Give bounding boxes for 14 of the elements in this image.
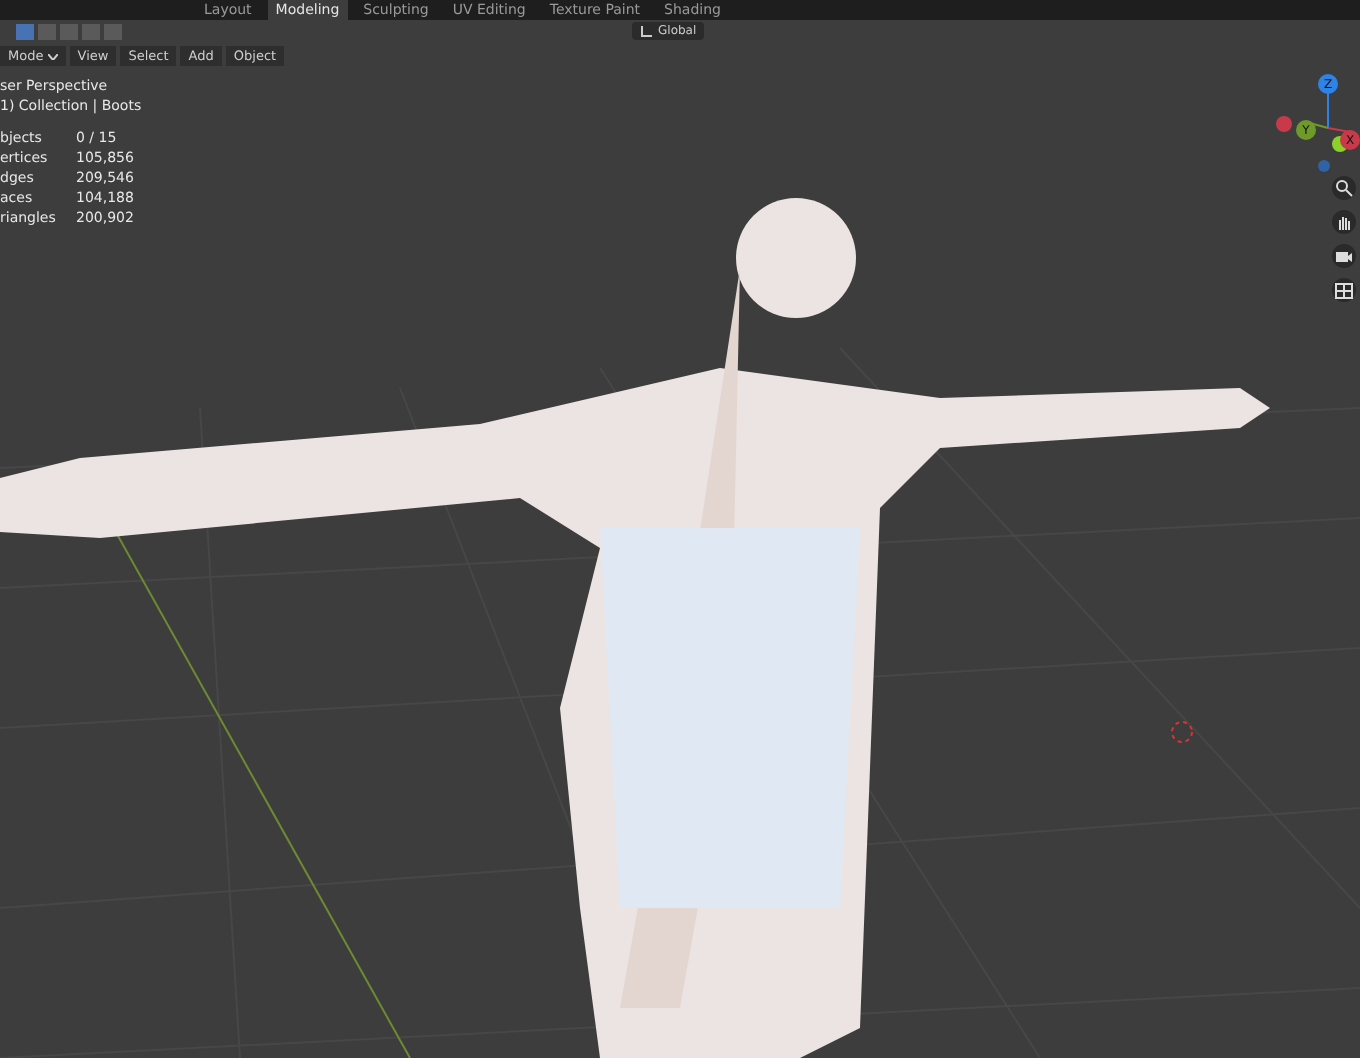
grid-icon [1334,280,1354,300]
select-mode-button[interactable] [82,23,100,39]
select-mode-button[interactable] [16,23,34,39]
zoom-icon [1334,178,1354,198]
zoom-button[interactable] [1332,176,1356,200]
camera-icon [1334,246,1354,266]
select-mode-button[interactable] [60,23,78,39]
select-mode-button[interactable] [38,23,56,39]
caret-icon [47,54,58,60]
3d-cursor-icon [1171,721,1193,743]
axes-icon [640,25,652,37]
grid-button[interactable] [1332,278,1356,302]
select-mode-button[interactable] [104,23,122,39]
camera-button[interactable] [1332,244,1356,268]
